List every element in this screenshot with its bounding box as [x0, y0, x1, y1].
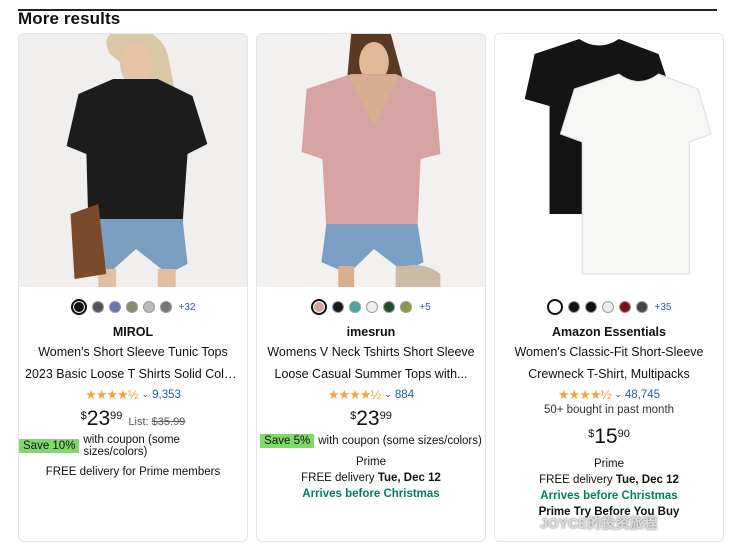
rating-count[interactable]: 884: [395, 389, 414, 401]
delivery-text: FREE delivery Tue, Dec 12: [257, 470, 485, 486]
coupon-badge[interactable]: Save 10%: [19, 439, 80, 453]
list-price-value: $35.99: [151, 416, 186, 428]
price-fraction: 99: [110, 410, 123, 422]
color-swatch[interactable]: [159, 301, 172, 313]
price-fraction: 99: [379, 410, 392, 422]
color-swatch[interactable]: [108, 301, 121, 313]
star-rating-icon: ★★★★½: [327, 386, 381, 402]
product-title-line1[interactable]: Women's Short Sleeve Tunic Tops: [19, 343, 247, 362]
color-swatch[interactable]: [383, 301, 396, 313]
coupon-row: Save 10% with coupon (some sizes/colors): [19, 434, 247, 458]
color-swatch[interactable]: [349, 301, 362, 313]
more-colors-link[interactable]: +32: [179, 302, 196, 313]
color-swatch[interactable]: [567, 301, 580, 313]
rating-row[interactable]: ★★★★½ ⌄ 9,353: [19, 386, 247, 403]
delivery-prefix: FREE delivery: [539, 474, 613, 486]
delivery-text: FREE delivery Tue, Dec 12: [495, 472, 723, 488]
price: $ 23 99 List: $35.99: [19, 408, 247, 430]
product-image[interactable]: [495, 34, 723, 287]
color-swatch[interactable]: [546, 299, 563, 315]
delivery-prefix: FREE delivery: [301, 472, 375, 484]
color-swatch[interactable]: [584, 301, 597, 313]
color-swatch[interactable]: [635, 301, 648, 313]
color-swatch[interactable]: [70, 299, 87, 315]
chevron-down-icon[interactable]: ⌄: [384, 389, 392, 400]
color-swatch[interactable]: [142, 301, 155, 313]
rating-row[interactable]: ★★★★½ ⌄ 884: [257, 386, 485, 403]
color-swatch[interactable]: [366, 301, 379, 313]
rating-count[interactable]: 9,353: [152, 389, 181, 401]
delivery-date: Tue, Dec 12: [377, 472, 441, 484]
list-price: List: $35.99: [128, 416, 185, 428]
product-card[interactable]: +32 MIROL Women's Short Sleeve Tunic Top…: [18, 33, 248, 542]
price: $ 23 99: [257, 408, 485, 430]
product-image[interactable]: [19, 34, 247, 287]
rating-count[interactable]: 48,745: [625, 389, 660, 401]
list-label: List:: [128, 416, 149, 428]
chevron-down-icon[interactable]: ⌄: [614, 389, 622, 400]
arrives-before-text: Arrives before Christmas: [540, 490, 678, 502]
color-swatch[interactable]: [125, 301, 138, 313]
prime-label: Prime: [355, 456, 387, 468]
price-whole: 23: [356, 407, 380, 430]
product-brand: Amazon Essentials: [552, 325, 666, 339]
color-swatches: +32: [19, 293, 247, 321]
product-title-line1[interactable]: Women's Classic-Fit Short-Sleeve: [495, 343, 723, 362]
product-brand: imesrun: [346, 325, 396, 339]
price-whole: 15: [594, 425, 618, 448]
color-swatch[interactable]: [332, 301, 345, 313]
price-fraction: 90: [617, 428, 630, 440]
chevron-down-icon[interactable]: ⌄: [142, 389, 150, 400]
bought-in-past-month: 50+ bought in past month: [543, 404, 675, 416]
color-swatch[interactable]: [91, 301, 104, 313]
prime-label: Prime: [593, 458, 625, 470]
arrives-before-text: Arrives before Christmas: [302, 488, 440, 500]
coupon-text: with coupon (some sizes/colors): [318, 435, 482, 447]
delivery-text: FREE delivery for Prime members: [45, 466, 221, 478]
product-card[interactable]: +35 Amazon Essentials Women's Classic-Fi…: [494, 33, 724, 542]
color-swatch[interactable]: [400, 301, 413, 313]
price-whole: 23: [86, 407, 111, 430]
delivery-date: Tue, Dec 12: [615, 474, 679, 486]
product-image[interactable]: [257, 34, 485, 287]
rating-row[interactable]: ★★★★½ ⌄ 48,745: [495, 386, 723, 403]
more-colors-link[interactable]: +5: [419, 302, 430, 313]
section-title: More results: [18, 9, 121, 28]
coupon-badge[interactable]: Save 5%: [260, 434, 315, 448]
star-rating-icon: ★★★★½: [557, 386, 611, 402]
results-grid: +32 MIROL Women's Short Sleeve Tunic Top…: [18, 33, 724, 548]
product-title-line2[interactable]: Crewneck T-Shirt, Multipacks: [495, 365, 723, 384]
price: $ 15 90: [495, 426, 723, 448]
color-swatch[interactable]: [601, 301, 614, 313]
watermark: JOYCE的投资旅程: [540, 515, 658, 531]
coupon-row: Save 5% with coupon (some sizes/colors): [257, 434, 485, 448]
star-rating-icon: ★★★★½: [85, 386, 138, 402]
product-title-line2[interactable]: Loose Casual Summer Tops with...: [257, 365, 485, 384]
color-swatch[interactable]: [618, 301, 631, 313]
color-swatches: +35: [495, 293, 723, 321]
product-brand: MIROL: [112, 325, 154, 339]
color-swatch[interactable]: [311, 299, 328, 315]
product-card[interactable]: +5 imesrun Womens V Neck Tshirts Short S…: [256, 33, 486, 542]
product-title-line2[interactable]: 2023 Basic Loose T Shirts Solid Color...: [19, 365, 247, 384]
product-title-line1[interactable]: Womens V Neck Tshirts Short Sleeve: [257, 343, 485, 362]
coupon-text: with coupon (some sizes/colors): [83, 434, 180, 458]
color-swatches: +5: [257, 293, 485, 321]
more-colors-link[interactable]: +35: [655, 302, 672, 313]
section-divider: [18, 9, 717, 11]
